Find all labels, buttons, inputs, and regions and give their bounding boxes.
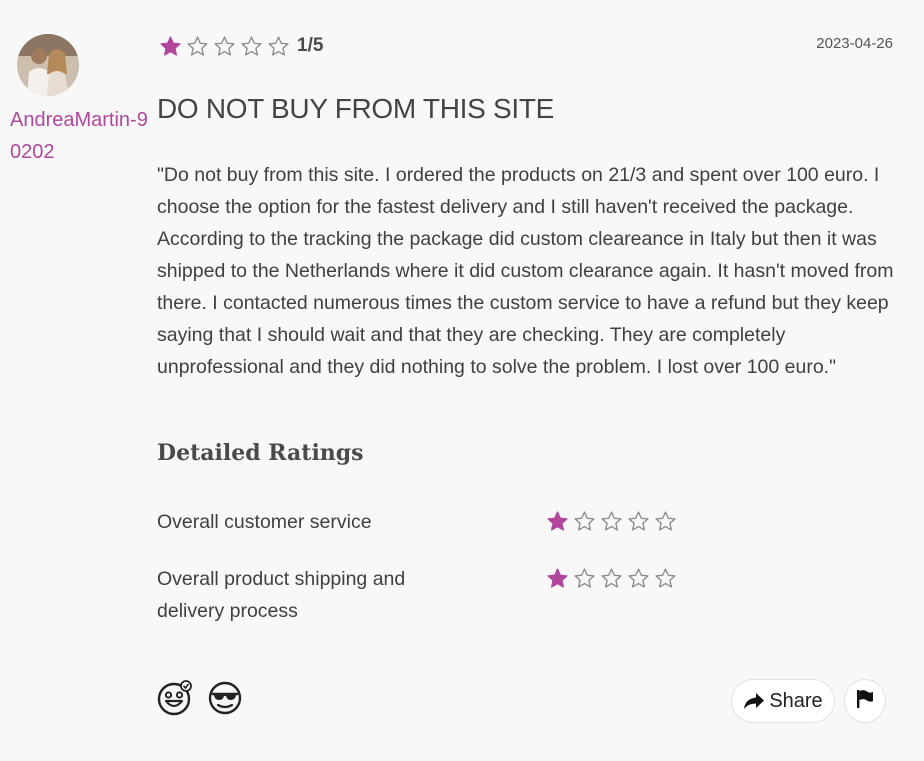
reaction-icons	[157, 680, 257, 716]
reviewer-avatar[interactable]	[17, 34, 79, 96]
star-empty-icon	[654, 567, 677, 590]
share-arrow-icon	[743, 691, 765, 711]
detailed-rating-label: Overall product shipping and delivery pr…	[157, 568, 406, 622]
detailed-rating-label: Overall customer service	[157, 511, 372, 533]
overall-rating-text: 1/5	[297, 35, 324, 56]
star-filled-icon	[159, 35, 182, 58]
star-filled-icon	[546, 510, 569, 533]
star-empty-icon	[654, 510, 677, 533]
detailed-ratings-heading: Detailed Ratings	[157, 440, 364, 466]
review-title: DO NOT BUY FROM THIS SITE	[157, 93, 554, 124]
detailed-rating-stars	[546, 510, 681, 533]
detailed-rating-stars	[546, 567, 681, 590]
flag-icon	[856, 689, 874, 714]
overall-rating-stars	[159, 35, 294, 58]
star-empty-icon	[600, 510, 623, 533]
star-empty-icon	[627, 567, 650, 590]
star-empty-icon	[186, 35, 209, 58]
star-empty-icon	[240, 35, 263, 58]
star-empty-icon	[627, 510, 650, 533]
review-date: 2023-04-26	[816, 35, 893, 52]
share-label: Share	[769, 689, 823, 712]
star-filled-icon	[546, 567, 569, 590]
overall-rating: 1/5	[159, 33, 323, 59]
star-empty-icon	[600, 567, 623, 590]
report-button[interactable]	[844, 679, 886, 723]
star-empty-icon	[573, 567, 596, 590]
star-empty-icon	[267, 35, 290, 58]
sunglasses-face-icon[interactable]	[207, 680, 243, 716]
share-button[interactable]: Share	[731, 679, 835, 723]
review-body: "Do not buy from this site. I ordered th…	[157, 164, 899, 378]
reviewer-username[interactable]: AndreaMartin-90202	[10, 104, 158, 168]
star-empty-icon	[213, 35, 236, 58]
star-empty-icon	[573, 510, 596, 533]
laugh-face-icon[interactable]	[157, 680, 193, 716]
